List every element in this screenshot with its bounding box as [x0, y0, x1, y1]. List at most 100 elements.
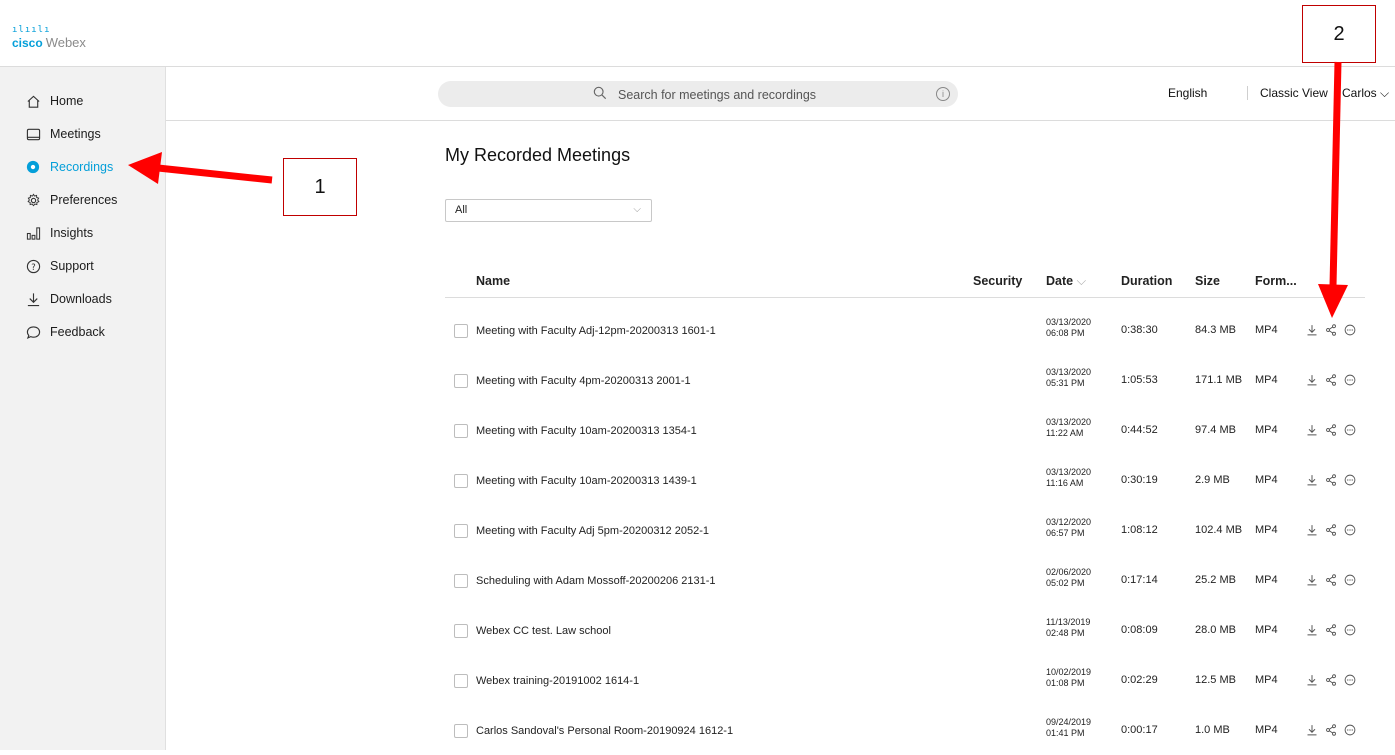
share-icon[interactable]: [1324, 423, 1337, 436]
recording-name[interactable]: Meeting with Faculty Adj-12pm-20200313 1…: [476, 325, 716, 337]
table-row[interactable]: Webex CC test. Law school 11/13/2019 02:48…: [445, 607, 1365, 655]
column-header-name[interactable]: Name: [476, 274, 510, 288]
column-header-size[interactable]: Size: [1195, 274, 1220, 288]
recording-date: 03/13/2020 05:31 PM: [1046, 367, 1091, 389]
share-icon[interactable]: [1324, 373, 1337, 386]
more-options-icon[interactable]: [1343, 423, 1356, 436]
annotation-callout-1: 1: [283, 158, 357, 216]
more-options-icon[interactable]: [1343, 723, 1356, 736]
download-icon[interactable]: [1305, 323, 1318, 336]
table-row[interactable]: Carlos Sandoval's Personal Room-20190924…: [445, 707, 1365, 755]
download-icon[interactable]: [1305, 723, 1318, 736]
share-icon[interactable]: [1324, 573, 1337, 586]
more-options-icon[interactable]: [1343, 673, 1356, 686]
row-checkbox[interactable]: [454, 324, 468, 338]
share-icon[interactable]: [1324, 523, 1337, 536]
row-checkbox[interactable]: [454, 374, 468, 388]
cisco-webex-logo[interactable]: ılıılı cisco Webex: [12, 26, 86, 52]
callout-number: 1: [314, 175, 326, 198]
download-icon: [25, 291, 41, 307]
sidebar-item-support[interactable]: ? Support: [0, 252, 165, 280]
chevron-down-icon: ⌵: [1380, 86, 1390, 100]
recording-duration: 0:17:14: [1121, 574, 1158, 586]
recording-format: MP4: [1255, 424, 1278, 436]
more-options-icon[interactable]: [1343, 373, 1356, 386]
row-checkbox[interactable]: [454, 424, 468, 438]
column-header-security[interactable]: Security: [973, 274, 1022, 288]
recording-size: 97.4 MB: [1195, 424, 1236, 436]
download-icon[interactable]: [1305, 523, 1318, 536]
recording-name[interactable]: Carlos Sandoval's Personal Room-20190924…: [476, 725, 733, 737]
sidebar-item-home[interactable]: Home: [0, 87, 165, 115]
sidebar-item-feedback[interactable]: Feedback: [0, 318, 165, 346]
share-icon[interactable]: [1324, 323, 1337, 336]
table-row[interactable]: Meeting with Faculty 10am-20200313 1439-…: [445, 457, 1365, 505]
recordings-filter-select[interactable]: All ⌵: [445, 199, 652, 222]
recording-name[interactable]: Meeting with Faculty 4pm-20200313 2001-1: [476, 375, 691, 387]
recording-name[interactable]: Webex training-20191002 1614-1: [476, 675, 639, 687]
table-row[interactable]: Meeting with Faculty 10am-20200313 1354-…: [445, 407, 1365, 455]
table-row[interactable]: Meeting with Faculty 4pm-20200313 2001-1…: [445, 357, 1365, 405]
recording-size: 25.2 MB: [1195, 574, 1236, 586]
download-icon[interactable]: [1305, 423, 1318, 436]
recording-date-day: 09/24/2019: [1046, 717, 1092, 727]
share-icon[interactable]: [1324, 723, 1337, 736]
more-options-icon[interactable]: [1343, 323, 1356, 336]
row-checkbox[interactable]: [454, 624, 468, 638]
more-options-icon[interactable]: [1343, 573, 1356, 586]
sidebar-item-downloads[interactable]: Downloads: [0, 285, 165, 313]
sidebar-item-preferences[interactable]: Preferences: [0, 186, 165, 214]
header-divider: [1337, 86, 1338, 100]
table-row[interactable]: Meeting with Faculty Adj-12pm-20200313 1…: [445, 307, 1365, 355]
download-icon[interactable]: [1305, 673, 1318, 686]
row-actions: [1305, 473, 1356, 486]
classic-view-link[interactable]: Classic View: [1260, 86, 1328, 100]
row-checkbox[interactable]: [454, 574, 468, 588]
share-icon[interactable]: [1324, 473, 1337, 486]
recording-duration: 1:08:12: [1121, 524, 1158, 536]
top-bar: ılıılı cisco Webex: [0, 0, 1395, 67]
recording-name[interactable]: Meeting with Faculty 10am-20200313 1354-…: [476, 425, 697, 437]
row-checkbox[interactable]: [454, 674, 468, 688]
table-row[interactable]: Webex training-20191002 1614-1 10/02/2019…: [445, 657, 1365, 705]
recording-date-day: 11/13/2019: [1046, 617, 1091, 627]
more-options-icon[interactable]: [1343, 623, 1356, 636]
recording-name[interactable]: Webex CC test. Law school: [476, 625, 611, 637]
language-selector[interactable]: English: [1168, 86, 1207, 100]
sidebar-item-recordings[interactable]: Recordings: [0, 153, 165, 181]
search-input[interactable]: [616, 85, 920, 105]
recording-name[interactable]: Meeting with Faculty 10am-20200313 1439-…: [476, 475, 697, 487]
table-row[interactable]: Meeting with Faculty Adj 5pm-20200312 20…: [445, 507, 1365, 555]
user-menu[interactable]: Carlos ⌵: [1342, 86, 1389, 101]
share-icon[interactable]: [1324, 673, 1337, 686]
table-header: Name Security Date ⌵ Duration Size Form.…: [445, 266, 1365, 298]
column-header-duration[interactable]: Duration: [1121, 274, 1172, 288]
download-icon[interactable]: [1305, 473, 1318, 486]
more-options-icon[interactable]: [1343, 473, 1356, 486]
search-box[interactable]: i: [438, 81, 958, 107]
recording-format: MP4: [1255, 324, 1278, 336]
info-icon[interactable]: i: [936, 87, 950, 101]
table-row[interactable]: Scheduling with Adam Mossoff-20200206 21…: [445, 557, 1365, 605]
recording-name[interactable]: Scheduling with Adam Mossoff-20200206 21…: [476, 575, 716, 587]
download-icon[interactable]: [1305, 623, 1318, 636]
column-header-date[interactable]: Date ⌵: [1046, 274, 1086, 289]
recording-date-day: 03/13/2020: [1046, 417, 1092, 427]
more-options-icon[interactable]: [1343, 523, 1356, 536]
user-name: Carlos: [1342, 86, 1377, 100]
sidebar-item-meetings[interactable]: Meetings: [0, 120, 165, 148]
column-header-format[interactable]: Form...: [1255, 274, 1297, 288]
sidebar-item-insights[interactable]: Insights: [0, 219, 165, 247]
share-icon[interactable]: [1324, 623, 1337, 636]
row-checkbox[interactable]: [454, 724, 468, 738]
download-icon[interactable]: [1305, 373, 1318, 386]
home-icon: [25, 93, 41, 109]
recording-name[interactable]: Meeting with Faculty Adj 5pm-20200312 20…: [476, 525, 709, 537]
recording-date-time: 02:48 PM: [1046, 628, 1085, 638]
download-icon[interactable]: [1305, 573, 1318, 586]
filter-value: All: [455, 204, 468, 216]
callout-number: 2: [1333, 22, 1345, 45]
row-checkbox[interactable]: [454, 524, 468, 538]
recording-format: MP4: [1255, 524, 1278, 536]
row-checkbox[interactable]: [454, 474, 468, 488]
